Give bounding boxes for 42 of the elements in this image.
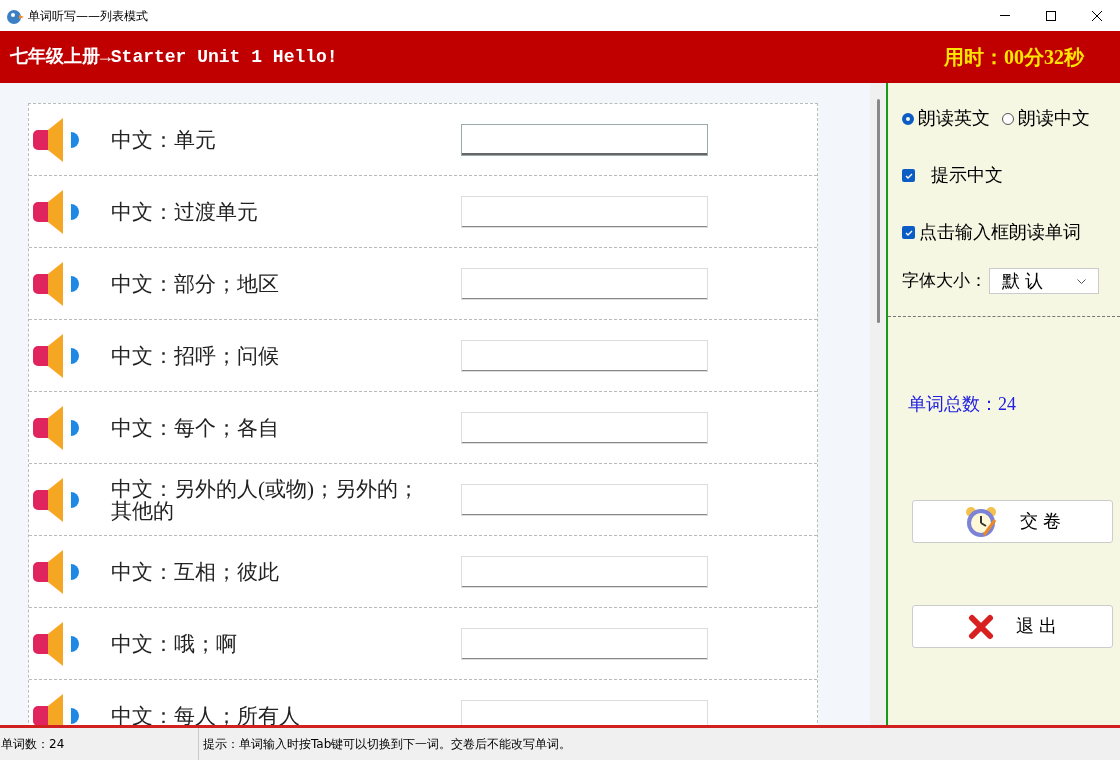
scrollbar-thumb[interactable]: [876, 99, 880, 323]
tip-text: 提示：单词输入时按Tab键可以切换到下一词。交卷后不能改写单词。: [198, 728, 572, 760]
answer-field[interactable]: [461, 123, 708, 156]
speaker-icon[interactable]: [33, 187, 79, 236]
speaker-icon[interactable]: [33, 331, 79, 380]
alarm-clock-icon: [964, 504, 999, 539]
maximize-icon: [1046, 10, 1056, 21]
word-hint: 中文：哦；啊: [111, 632, 238, 655]
word-hint: 中文：招呼；问候: [111, 344, 280, 367]
lesson-title: 七年级上册→Starter Unit 1 Hello!: [10, 45, 338, 69]
window-title: 单词听写——列表模式: [28, 7, 148, 25]
speaker-icon[interactable]: [33, 619, 79, 668]
word-hint: 中文：互相；彼此: [111, 560, 280, 583]
font-size-label: 字体大小：: [902, 270, 987, 293]
minimize-icon: [1000, 15, 1010, 16]
check-icon: [904, 172, 913, 179]
chevron-down-icon: [1077, 278, 1086, 284]
word-hint: 中文：单元: [111, 128, 217, 151]
timer-text: 用时：00分32秒: [944, 45, 1084, 70]
speaker-icon[interactable]: [33, 547, 79, 596]
read-mode-radio[interactable]: 朗读中文: [1002, 105, 1090, 132]
close-icon: [968, 613, 995, 640]
exit-button[interactable]: 退 出: [912, 605, 1113, 648]
word-hint: 中文：每人；所有人: [111, 704, 301, 725]
word-hint: 中文：部分；地区: [111, 272, 280, 295]
submit-button[interactable]: 交 卷: [912, 500, 1113, 543]
close-icon: [1092, 10, 1102, 21]
word-total: 单词总数：24: [908, 393, 1017, 416]
speaker-icon[interactable]: [33, 115, 79, 164]
word-hint: 中文：每个；各自: [111, 416, 280, 439]
option-checkbox[interactable]: 点击输入框朗读单词: [902, 219, 1106, 246]
option-checkbox[interactable]: 提示中文: [902, 162, 1106, 189]
speaker-icon[interactable]: [33, 691, 79, 725]
speaker-icon[interactable]: [33, 259, 79, 308]
check-icon: [904, 229, 913, 236]
speaker-icon[interactable]: [33, 475, 79, 524]
word-count-text: 单词数：24: [0, 736, 66, 753]
font-size-dropdown[interactable]: 默 认: [989, 268, 1099, 294]
speaker-icon[interactable]: [33, 403, 79, 452]
read-mode-radio[interactable]: 朗读英文: [902, 105, 990, 132]
word-hint: 中文：过渡单元: [111, 200, 259, 223]
word-hint: 中文：另外的人(或物)；另外的；其他的: [111, 477, 420, 522]
